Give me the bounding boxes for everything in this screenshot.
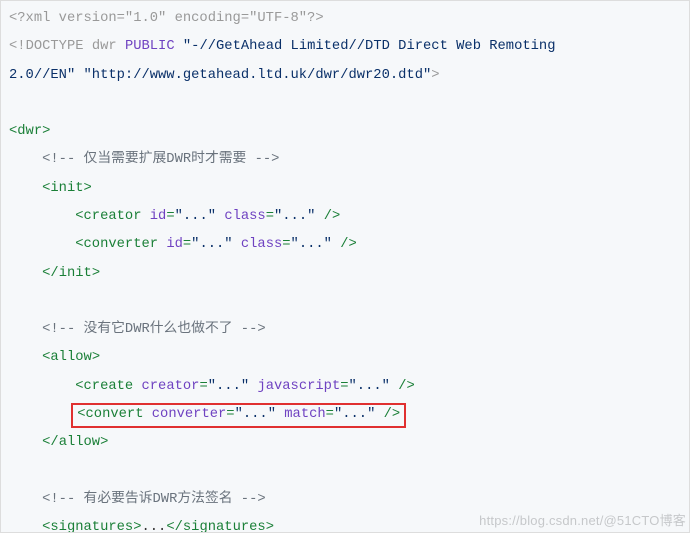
code-lines: <?xml version="1.0" encoding="UTF-8"?> <… [9, 5, 681, 533]
highlighted-line: <convert converter="..." match="..." /> [71, 403, 406, 428]
code-block: <?xml version="1.0" encoding="UTF-8"?> <… [0, 0, 690, 533]
